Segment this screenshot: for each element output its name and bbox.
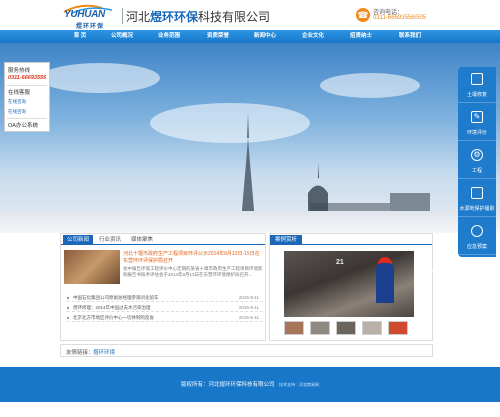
nav-business[interactable]: 业务范围 <box>149 30 189 43</box>
nav-culture[interactable]: 企业文化 <box>293 30 333 43</box>
case-thumbnail[interactable] <box>362 321 382 335</box>
news-tabs: 公司新闻 行业资讯 媒体聚焦 <box>61 234 265 245</box>
divider <box>7 118 47 119</box>
news-thumbnail[interactable] <box>64 250 120 284</box>
case-main-image[interactable]: 21 <box>284 251 414 317</box>
next-arrow-icon[interactable] <box>428 266 433 276</box>
tab-company-news[interactable]: 公司新闻 <box>63 235 94 245</box>
logo[interactable]: YUHUAN 煜环环保 <box>62 4 118 30</box>
footer-text: 版权所有：河北煜环环保科技有限公司 技术支持：河北商易网 <box>0 380 500 388</box>
tab-industry-news[interactable]: 行业资讯 <box>95 235 125 245</box>
tab-media-focus[interactable]: 媒体聚焦 <box>127 235 157 245</box>
phone-number: 0311-66693556/505 <box>373 15 427 21</box>
news-row-date: 2015-8-11 <box>238 305 259 310</box>
quick-link-emergency[interactable]: 应急预案 <box>458 219 496 255</box>
bullet-icon <box>67 307 69 309</box>
nav-contact[interactable]: 联系我们 <box>390 30 430 43</box>
case-thumbnail[interactable] <box>388 321 408 335</box>
news-row[interactable]: 北京北方市地区评价中心一切体制的反省 2015-8-11 <box>67 314 263 322</box>
main-nav: 首 页 公司概况 业务范围 资质荣誉 新闻中心 企业文化 招贤纳士 联系我们 <box>0 30 500 43</box>
tech-support-text: 技术支持：河北商易网 <box>279 382 320 387</box>
quick-links-panel: 土壤修复 ✎ 环境评价 ⚙ 工程 水源地保护履职 应急预案 <box>458 67 496 257</box>
service-float-panel: 服务热线 0311-66693556 在线客服 在线咨询 在线咨询 OA办公系统 <box>4 62 50 132</box>
hero-banner <box>0 43 500 233</box>
case-sign-text: 21 <box>336 259 344 266</box>
news-row[interactable]: 中国石化集团公司原副总经理参观问化验车 2015-8-11 <box>67 294 263 302</box>
banner-ground <box>0 211 500 233</box>
cases-title: 案例赏析 <box>270 235 303 245</box>
monitor-icon <box>471 73 483 85</box>
featured-news-title[interactable]: 河北十堰市政府生产工程项目环评公示2014年8月13日-15日在东营环环评保护局… <box>123 251 263 265</box>
site-footer: 版权所有：河北煜环环保科技有限公司 技术支持：河北商易网 <box>0 367 500 402</box>
quick-link-label: 工程 <box>471 168 482 174</box>
nav-news[interactable]: 新闻中心 <box>245 30 285 43</box>
nav-honors[interactable]: 资质荣誉 <box>198 30 238 43</box>
company-prefix: 河北 <box>126 10 151 24</box>
quick-link-label: 土壤修复 <box>466 92 487 98</box>
company-name: 河北煜环环保科技有限公司 <box>126 8 270 25</box>
nav-about[interactable]: 公司概况 <box>102 30 142 43</box>
news-row-title: 北京北方市地区评价中心一切体制的反省 <box>73 315 154 320</box>
friend-link[interactable]: 煜环环境 <box>93 348 115 356</box>
copyright-text: 版权所有：河北煜环环保科技有限公司 <box>180 382 275 388</box>
nav-jobs[interactable]: 招贤纳士 <box>341 30 381 43</box>
quick-link-label: 应急预案 <box>466 244 487 250</box>
company-highlight: 煜环环保 <box>150 10 199 24</box>
nav-home[interactable]: 首 页 <box>60 30 100 43</box>
featured-news-desc: 会中报告环境工程评价中心定期的某省十堰市政府生产工程项目环境影响报告书技术评估会… <box>123 266 263 277</box>
oa-system-link[interactable]: OA办公系统 <box>8 121 38 129</box>
divider <box>7 85 47 86</box>
bullet-icon <box>67 317 69 319</box>
news-row-title: 煜环修理：2014年中国过去水污染治理 <box>73 305 151 310</box>
case-showcase: 案例赏析 21 <box>269 233 433 341</box>
globe-icon <box>471 225 483 237</box>
quick-link-label: 水源地保护履职 <box>459 206 495 212</box>
online-service-label: 在线客服 <box>8 90 31 96</box>
hotline-label: 服务热线 <box>8 68 31 74</box>
company-suffix: 科技有限公司 <box>198 10 271 24</box>
edit-icon: ✎ <box>471 111 483 123</box>
logo-text-en: YUHUAN <box>64 9 105 20</box>
qq-consult-link[interactable]: 在线咨询 <box>8 109 26 115</box>
quick-link-engineering[interactable]: ⚙ 工程 <box>458 143 496 179</box>
news-row-date: 2015-8-11 <box>238 295 259 300</box>
qq-consult-link[interactable]: 在线咨询 <box>8 99 26 105</box>
worker-figure <box>376 263 394 303</box>
news-row-title: 中国石化集团公司原副总经理参观问化验车 <box>73 295 159 300</box>
header-divider <box>122 8 123 24</box>
phone-icon: ☎ <box>356 8 370 22</box>
gear-icon: ⚙ <box>471 149 483 161</box>
case-thumbnail[interactable] <box>284 321 304 335</box>
friend-links-label: 友情链接： <box>66 350 94 356</box>
quick-link-water[interactable]: 水源地保护履职 <box>458 181 496 217</box>
news-section: 公司新闻 行业资讯 媒体聚焦 河北十堰市政府生产工程项目环评公示2014年8月1… <box>60 233 266 341</box>
skyline-illustration <box>240 113 430 233</box>
site-header: YUHUAN 煜环环保 河北煜环环保科技有限公司 ☎ 咨询电话： 0311-66… <box>0 0 500 30</box>
news-row[interactable]: 煜环修理：2014年中国过去水污染治理 2015-8-11 <box>67 304 263 312</box>
quick-link-label: 环境评价 <box>466 130 487 136</box>
news-row-date: 2015-8-11 <box>238 315 259 320</box>
cloud <box>40 63 160 93</box>
bullet-icon <box>67 297 69 299</box>
quick-link-eia[interactable]: ✎ 环境评价 <box>458 105 496 141</box>
prev-arrow-icon[interactable] <box>274 266 279 276</box>
shield-icon <box>471 187 483 199</box>
quick-link-soil[interactable]: 土壤修复 <box>458 67 496 103</box>
cases-header: 案例赏析 <box>270 234 432 245</box>
case-thumbnail[interactable] <box>310 321 330 335</box>
hotline-number: 0311-66693556 <box>8 75 47 81</box>
friend-links: 友情链接： 煜环环境 <box>60 344 433 357</box>
case-thumbnail[interactable] <box>336 321 356 335</box>
logo-text-cn: 煜环环保 <box>76 24 105 30</box>
